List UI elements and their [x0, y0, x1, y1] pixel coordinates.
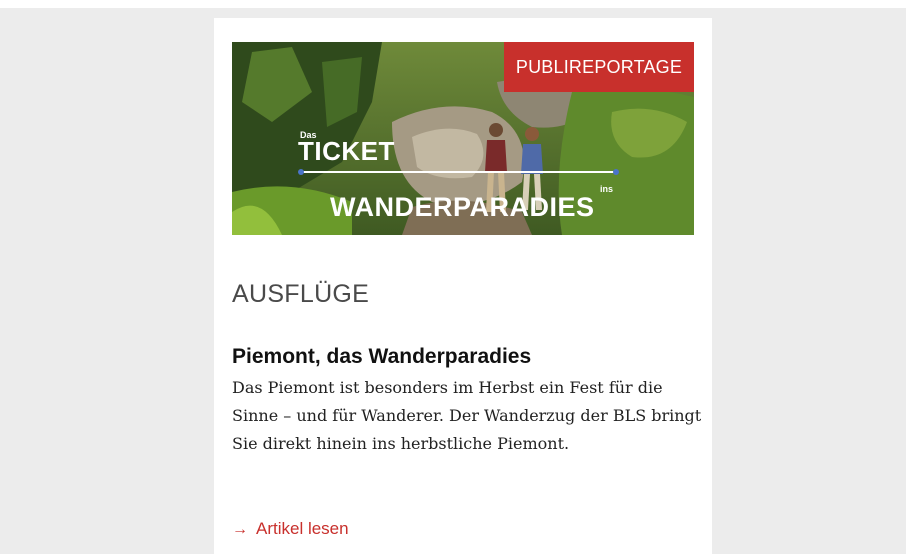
page: PUBLIREPORTAGE Das TICKET ins WANDERPARA…	[0, 0, 906, 554]
hero-logo-ins: ins	[600, 184, 614, 194]
category-label: AUSFLÜGE	[232, 280, 370, 308]
hero-image[interactable]: PUBLIREPORTAGE Das TICKET ins WANDERPARA…	[232, 42, 694, 235]
article-title[interactable]: Piemont, das Wanderparadies	[232, 345, 531, 369]
article-card[interactable]: PUBLIREPORTAGE Das TICKET ins WANDERPARA…	[214, 18, 712, 554]
article-teaser: Das Piemont ist besonders im Herbst ein …	[232, 378, 702, 453]
read-more-label: Artikel lesen	[256, 519, 349, 538]
hero-logo-wanderparadies: WANDERPARADIES	[330, 192, 595, 222]
hero-logo-line	[301, 171, 616, 173]
hero-logo-ticket: TICKET	[298, 136, 395, 166]
hero-logo-dot-right	[613, 169, 619, 175]
publireportage-badge: PUBLIREPORTAGE	[504, 42, 694, 92]
top-strip	[0, 0, 906, 8]
arrow-right-icon: →	[232, 521, 248, 538]
hero-logo-dot-left	[298, 169, 304, 175]
read-more-link[interactable]: → Artikel lesen	[232, 519, 349, 539]
